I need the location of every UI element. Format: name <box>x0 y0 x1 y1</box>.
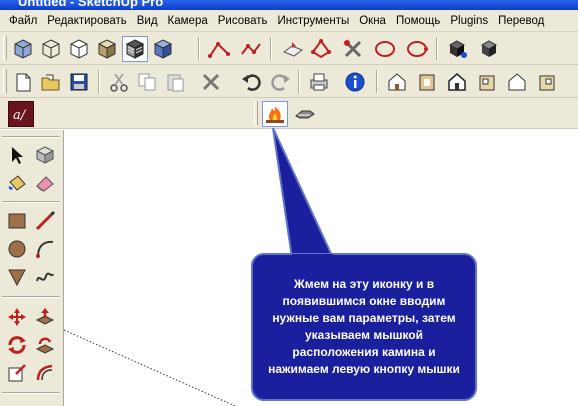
model-info-icon[interactable] <box>342 69 368 95</box>
iso-view-house-icon[interactable] <box>384 69 410 95</box>
new-file-icon[interactable] <box>10 69 36 95</box>
toolbar-row-plugins: a/ <box>0 98 578 129</box>
open-folder-icon[interactable] <box>38 69 64 95</box>
undo-icon[interactable] <box>238 69 264 95</box>
monochrome-cube-icon[interactable] <box>150 36 176 62</box>
toolbar-grip[interactable] <box>3 36 7 60</box>
title-bar: Untitled - SketchUp Pro <box>0 0 578 10</box>
tools-crossed-icon[interactable] <box>340 36 366 62</box>
toolbar-separator <box>298 70 300 93</box>
cloud-plugin-icon[interactable] <box>292 101 318 127</box>
callout-pointer <box>272 127 335 259</box>
hidden-line-cube-icon[interactable] <box>66 36 92 62</box>
back-view-house-icon[interactable] <box>504 69 530 95</box>
rectangle-tool-icon[interactable] <box>4 208 30 234</box>
menu-plugins[interactable]: Plugins <box>445 15 493 27</box>
smoove-icon[interactable] <box>280 36 306 62</box>
eraser-icon[interactable] <box>32 170 58 196</box>
menu-draw[interactable]: Рисовать <box>213 15 273 27</box>
callout-box: Жмем на эту иконку и в появившимся окне … <box>252 254 476 400</box>
copy-icon[interactable] <box>134 69 160 95</box>
menu-translate[interactable]: Перевод <box>493 15 549 27</box>
arc-tool-icon[interactable] <box>32 236 58 262</box>
toolbar-separator <box>376 70 378 93</box>
toolbar-grip[interactable] <box>254 101 258 125</box>
tool-palette <box>0 130 64 406</box>
menu-file[interactable]: Файл <box>4 15 42 27</box>
stamp-icon[interactable] <box>308 36 334 62</box>
paste-icon[interactable] <box>162 69 188 95</box>
make-component-icon[interactable] <box>32 142 58 168</box>
freehand-tool-icon[interactable] <box>32 264 58 290</box>
front-view-house-icon[interactable] <box>444 69 470 95</box>
polygon-tool-icon[interactable] <box>4 264 30 290</box>
left-view-house-icon[interactable] <box>534 69 560 95</box>
plugin-logo-icon[interactable]: a/ <box>8 101 34 127</box>
sandbox-scratch-icon[interactable] <box>238 36 264 62</box>
toolbar-row-views: J F M A M J <box>0 32 578 87</box>
toolbar-separator <box>436 37 438 60</box>
toolbar-separator <box>198 37 200 60</box>
blue-axis-dotted-line <box>63 329 236 406</box>
menu-view[interactable]: Вид <box>132 15 163 27</box>
wireframe-cube-icon[interactable] <box>38 36 64 62</box>
xray-cube-icon[interactable] <box>10 36 36 62</box>
redo-icon[interactable] <box>268 69 294 95</box>
select-arrow-icon[interactable] <box>4 142 30 168</box>
pencil-line-icon[interactable] <box>32 208 58 234</box>
right-view-house-icon[interactable] <box>474 69 500 95</box>
menu-bar: Файл Редактировать Вид Камера Рисовать И… <box>0 10 578 32</box>
top-view-house-icon[interactable] <box>414 69 440 95</box>
menu-window[interactable]: Окна <box>354 15 391 27</box>
toolbar-separator <box>270 37 272 60</box>
erase-x-icon[interactable] <box>198 69 224 95</box>
paint-bucket-icon[interactable] <box>4 170 30 196</box>
menu-tools[interactable]: Инструменты <box>273 15 355 27</box>
window-title: Untitled - SketchUp Pro <box>18 0 164 9</box>
follow-me-icon[interactable] <box>32 332 58 358</box>
toolbar-separator <box>98 70 100 93</box>
shadows-icon[interactable] <box>444 36 470 62</box>
push-pull-icon[interactable] <box>32 304 58 330</box>
textured-cube-icon[interactable] <box>122 36 148 62</box>
toolbar-row-standard <box>0 65 578 98</box>
palette-grip <box>2 136 60 138</box>
callout-text: Жмем на эту иконку и в появившимся окне … <box>268 277 460 376</box>
scale-tool-icon[interactable] <box>4 360 30 386</box>
circle-select-icon[interactable] <box>372 36 398 62</box>
toolbar-grip[interactable] <box>3 69 7 93</box>
fog-icon[interactable] <box>476 36 502 62</box>
palette-separator <box>2 296 60 298</box>
sandbox-from-contours-icon[interactable] <box>206 36 232 62</box>
menu-edit[interactable]: Редактировать <box>42 15 131 27</box>
move-tool-icon[interactable] <box>4 304 30 330</box>
circle-tool-icon[interactable] <box>404 36 430 62</box>
print-icon[interactable] <box>306 69 332 95</box>
menu-help[interactable]: Помощь <box>391 15 445 27</box>
fireplace-plugin-button[interactable] <box>262 101 288 127</box>
offset-tool-icon[interactable] <box>32 360 58 386</box>
menu-camera[interactable]: Камера <box>163 15 213 27</box>
shaded-cube-icon[interactable] <box>94 36 120 62</box>
palette-separator <box>2 392 60 394</box>
circle-tool-icon[interactable] <box>4 236 30 262</box>
save-disk-icon[interactable] <box>66 69 92 95</box>
cut-scissors-icon[interactable] <box>106 69 132 95</box>
palette-separator <box>2 201 60 203</box>
rotate-tool-icon[interactable] <box>4 332 30 358</box>
svg-text:a/: a/ <box>13 108 27 123</box>
